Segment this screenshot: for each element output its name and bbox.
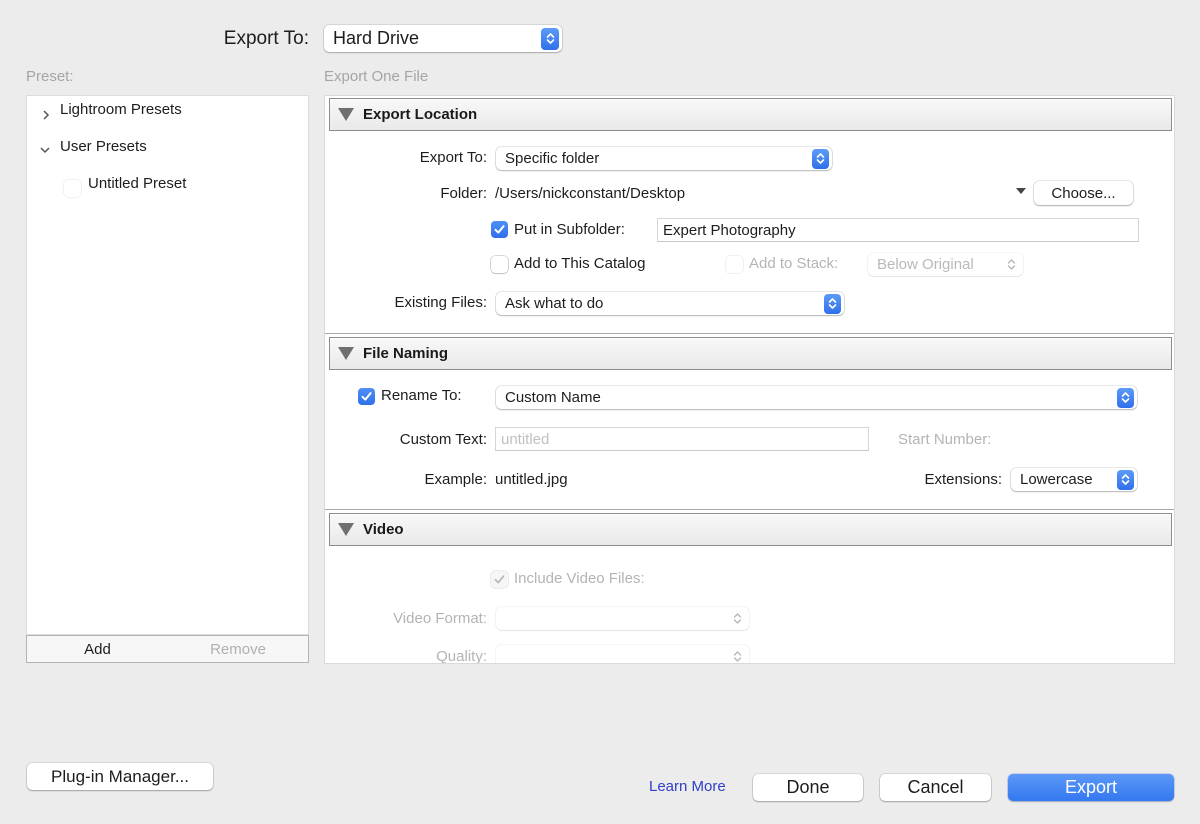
- add-preset-button[interactable]: Add: [26, 635, 169, 663]
- custom-text-label: Custom Text:: [399, 431, 487, 448]
- preset-list: Lightroom Presets User Presets Untitled …: [26, 95, 309, 635]
- stack-position-select[interactable]: Below Original: [868, 253, 1023, 276]
- include-video-checkbox[interactable]: [491, 571, 508, 588]
- disclosure-triangle-icon: [338, 108, 354, 121]
- video-format-label: Video Format:: [393, 610, 487, 627]
- rename-template-select[interactable]: Custom Name: [496, 386, 1137, 409]
- example-label: Example:: [424, 471, 487, 488]
- video-format-select[interactable]: [496, 607, 749, 630]
- section-title: File Naming: [363, 345, 449, 362]
- start-number-label: Start Number:: [898, 431, 992, 448]
- rename-label: Rename To:: [381, 387, 462, 404]
- export-settings-panel: Export Location Export To: Specific fold…: [324, 95, 1175, 664]
- example-value: untitled.jpg: [495, 471, 568, 488]
- section-title: Video: [363, 521, 404, 538]
- learn-more-link[interactable]: Learn More: [649, 778, 726, 795]
- custom-text-placeholder: untitled: [501, 430, 550, 448]
- popup-stepper-icon: [812, 148, 829, 169]
- subfolder-input[interactable]: Expert Photography: [657, 218, 1139, 242]
- extensions-select[interactable]: Lowercase: [1011, 468, 1137, 491]
- include-video-label: Include Video Files:: [514, 570, 645, 587]
- popup-stepper-icon: [729, 609, 746, 629]
- popup-stepper-icon: [1117, 469, 1134, 490]
- remove-preset-button[interactable]: Remove: [168, 635, 309, 663]
- extensions-value: Lowercase: [1020, 471, 1093, 488]
- export-button[interactable]: Export: [1008, 774, 1174, 801]
- existing-files-value: Ask what to do: [505, 295, 604, 312]
- video-quality-label: Quality:: [436, 648, 487, 664]
- rename-checkbox[interactable]: [358, 388, 375, 405]
- section-header-file-naming[interactable]: File Naming: [329, 337, 1172, 370]
- preset-label: Preset:: [26, 68, 74, 85]
- existing-files-label: Existing Files:: [394, 294, 487, 311]
- export-label: Export: [1064, 777, 1118, 797]
- done-label: Done: [786, 777, 830, 797]
- subfolder-label: Put in Subfolder:: [514, 221, 625, 238]
- section-divider: [325, 509, 1174, 510]
- checkmark-icon: [494, 225, 505, 234]
- chevron-down-icon: [40, 147, 50, 154]
- section-divider: [325, 333, 1174, 334]
- plugin-manager-button[interactable]: Plug-in Manager...: [27, 763, 213, 790]
- popup-stepper-icon: [729, 647, 746, 664]
- export-to-value: Hard Drive: [333, 28, 420, 48]
- section-header-video[interactable]: Video: [329, 513, 1172, 546]
- add-preset-label: Add: [84, 640, 111, 658]
- add-to-catalog-checkbox[interactable]: [491, 256, 508, 273]
- location-export-to-select[interactable]: Specific folder: [496, 147, 832, 170]
- disclosure-triangle-icon: [338, 347, 354, 360]
- preset-group-label: Lightroom Presets: [60, 101, 182, 118]
- export-to-label: Export To:: [223, 28, 309, 49]
- extensions-label: Extensions:: [924, 471, 1002, 488]
- export-count-label: Export One File: [324, 68, 429, 85]
- chevron-right-icon: [43, 110, 50, 120]
- recent-folders-dropdown-icon[interactable]: [1016, 188, 1026, 195]
- disclosure-triangle-icon: [338, 523, 354, 536]
- section-title: Export Location: [363, 106, 478, 123]
- rename-template-value: Custom Name: [505, 389, 601, 406]
- cancel-button[interactable]: Cancel: [880, 774, 991, 801]
- plugin-manager-label: Plug-in Manager...: [51, 766, 189, 786]
- custom-text-input[interactable]: untitled: [495, 427, 869, 451]
- done-button[interactable]: Done: [753, 774, 863, 801]
- popup-stepper-icon: [541, 27, 559, 50]
- video-quality-select[interactable]: [496, 645, 749, 664]
- popup-stepper-icon: [824, 293, 841, 314]
- location-export-to-value: Specific folder: [505, 150, 600, 167]
- popup-stepper-icon: [1003, 255, 1020, 275]
- stack-position-value: Below Original: [877, 256, 974, 273]
- popup-stepper-icon: [1117, 387, 1134, 408]
- section-header-export-location[interactable]: Export Location: [329, 98, 1172, 131]
- folder-label: Folder:: [440, 185, 487, 202]
- subfolder-value: Expert Photography: [663, 221, 796, 239]
- cancel-label: Cancel: [907, 777, 964, 797]
- subfolder-checkbox[interactable]: [491, 221, 508, 238]
- add-to-stack-label: Add to Stack:: [749, 255, 839, 272]
- choose-folder-label: Choose...: [1051, 184, 1116, 202]
- folder-path: /Users/nickconstant/Desktop: [495, 185, 686, 202]
- existing-files-select[interactable]: Ask what to do: [496, 292, 844, 315]
- preset-group-label: User Presets: [60, 138, 147, 155]
- choose-folder-button[interactable]: Choose...: [1034, 181, 1133, 205]
- preset-item-label: Untitled Preset: [88, 175, 187, 192]
- location-export-to-label: Export To:: [419, 149, 487, 166]
- checkmark-icon: [494, 575, 505, 584]
- add-to-stack-checkbox[interactable]: [726, 256, 743, 273]
- checkmark-icon: [361, 392, 372, 401]
- add-to-catalog-label: Add to This Catalog: [514, 255, 646, 272]
- remove-preset-label: Remove: [210, 640, 266, 658]
- preset-checkbox[interactable]: [64, 180, 81, 197]
- export-to-select[interactable]: Hard Drive: [324, 25, 562, 52]
